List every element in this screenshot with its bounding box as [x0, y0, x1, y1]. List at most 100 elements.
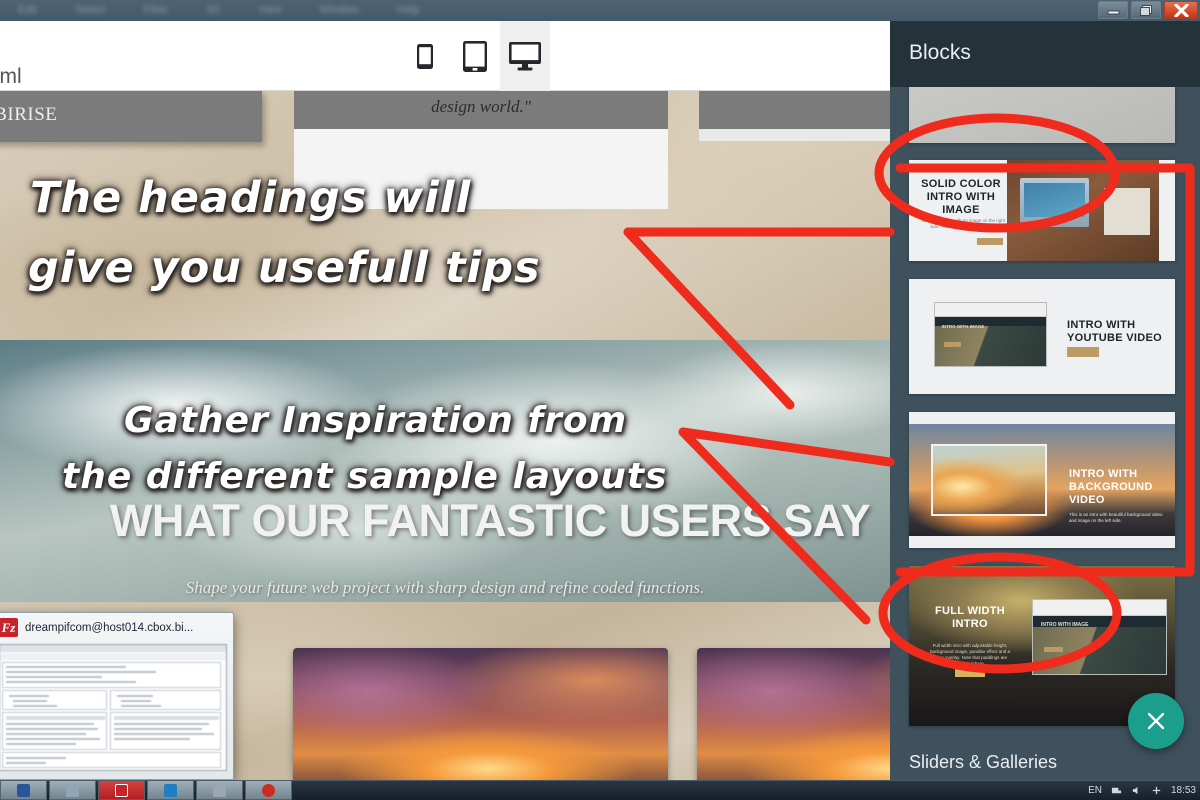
thumbnail-cta-button	[977, 238, 1003, 245]
inset-image	[931, 444, 1047, 516]
page-subheadline: Shape your future web project with sharp…	[185, 578, 705, 597]
thumbnail-hero-button	[943, 342, 961, 348]
menu-item-edit[interactable]: Edit	[18, 0, 37, 21]
preview-local-tree	[2, 690, 107, 710]
menu-item-select[interactable]: Select	[75, 0, 106, 21]
thumbnail-hero-label: INTRO WITH IMAGE	[941, 324, 985, 330]
block-partial-top[interactable]	[909, 87, 1175, 143]
blocks-list[interactable]: SOLID COLOR INTRO WITH IMAGE Solid color…	[890, 87, 1200, 791]
block-title: INTRO WITH YOUTUBE VIDEO	[1067, 319, 1162, 344]
laptop-graphic	[1019, 178, 1090, 227]
brand-logo: OBIRISE	[0, 104, 58, 125]
block-subtitle: Full width intro with adjustable height,…	[930, 643, 1010, 666]
taskbar-item-opera[interactable]	[245, 781, 292, 800]
quote-card[interactable]: design world."	[294, 91, 668, 129]
annotation-tip-2-line-1: Gather Inspiration from	[124, 400, 628, 441]
block-title: INTRO WITH BACKGROUND VIDEO	[1069, 468, 1153, 506]
preview-window-content	[0, 644, 227, 771]
volume-icon[interactable]	[1131, 785, 1142, 796]
block-subtitle: Solid color intro with an image on the r…	[921, 218, 1005, 229]
menu-item-window[interactable]: Window	[320, 0, 359, 21]
device-tablet-button[interactable]	[450, 21, 500, 91]
blocks-panel: Blocks SOLID COLOR INTRO WITH IMAGE Soli…	[890, 21, 1200, 791]
notepad-icon	[213, 783, 226, 797]
action-center-icon[interactable]	[1151, 785, 1162, 796]
block-title: FULL WIDTH INTRO	[934, 605, 1005, 630]
desktop-icon	[509, 42, 541, 71]
screen: Edit Select Filter 3D View Window Help m…	[0, 0, 1200, 800]
device-desktop-button[interactable]	[500, 21, 550, 91]
thumbnail-cta-button	[955, 669, 985, 677]
network-icon[interactable]	[1111, 785, 1122, 796]
menu-item-3d[interactable]: 3D	[206, 0, 220, 21]
minimize-button[interactable]	[1098, 1, 1128, 19]
close-panel-button[interactable]	[1128, 693, 1184, 749]
close-icon	[1147, 712, 1165, 730]
editor-icon	[164, 783, 177, 797]
block-intro-with-background-video[interactable]: INTRO WITH BACKGROUND VIDEO This is an i…	[909, 412, 1175, 548]
browser-hero: INTRO WITH IMAGE	[935, 324, 1046, 366]
taskbar-item-notepad[interactable]	[196, 781, 243, 800]
mobile-icon	[417, 43, 433, 69]
browser-bar	[935, 303, 1046, 317]
browser-mockup: INTRO WITH IMAGE	[1032, 599, 1167, 675]
restore-button[interactable]	[1131, 1, 1161, 19]
preview-log-pane	[2, 662, 221, 688]
close-icon	[1173, 3, 1189, 17]
blocks-panel-header: Blocks	[890, 21, 1200, 87]
close-button[interactable]	[1164, 1, 1198, 19]
restore-icon	[1140, 4, 1152, 16]
taskbar-item-word[interactable]	[0, 781, 47, 800]
browser-mockup: INTRO WITH IMAGE	[934, 302, 1047, 367]
device-preview-switcher	[400, 21, 550, 91]
taskbar-item-filezilla[interactable]	[98, 781, 145, 800]
word-icon	[17, 783, 30, 797]
block-thumbnail	[909, 87, 1175, 143]
block-title: SOLID COLOR INTRO WITH IMAGE	[921, 178, 1001, 216]
brand-card[interactable]: OBIRISE	[0, 91, 262, 142]
quote-card-right[interactable]	[699, 91, 890, 129]
window-controls	[1098, 1, 1198, 19]
block-thumbnail-image	[1007, 160, 1160, 261]
minimize-icon	[1107, 10, 1119, 14]
system-tray: EN 18:53	[1088, 780, 1196, 800]
annotation-tip-1-line-2: give you usefull tips	[28, 243, 541, 293]
windows-taskbar: EN 18:53	[0, 780, 1200, 800]
block-intro-with-youtube-video[interactable]: INTRO WITH IMAGE INTRO WITH YOUTUBE VIDE…	[909, 279, 1175, 394]
testimonial-card[interactable]	[697, 648, 890, 791]
menu-item-view[interactable]: View	[258, 0, 282, 21]
taskbar-item-explorer[interactable]	[49, 781, 96, 800]
tablet-icon	[463, 40, 487, 72]
preview-title: dreampifcom@host014.cbox.bi...	[25, 621, 194, 634]
device-mobile-button[interactable]	[400, 21, 450, 91]
blocks-section-title: Sliders & Galleries	[909, 752, 1058, 772]
block-thumbnail-image: INTRO WITH BACKGROUND VIDEO This is an i…	[909, 424, 1175, 536]
preview-queue	[2, 752, 221, 768]
preview-titlebar: Fz dreampifcom@host014.cbox.bi...	[0, 613, 233, 642]
taskbar-item-editor[interactable]	[147, 781, 194, 800]
editor-toolbar: html	[0, 21, 890, 91]
annotation-tip-2-line-2: the different sample layouts	[62, 456, 668, 497]
taskbar-clock[interactable]: 18:53	[1171, 785, 1196, 796]
page-headline: WHAT OUR FANTASTIC USERS SAY	[109, 495, 871, 546]
block-solid-color-intro-with-image[interactable]: SOLID COLOR INTRO WITH IMAGE Solid color…	[909, 160, 1175, 261]
application-menubar: Edit Select Filter 3D View Window Help	[0, 0, 1200, 21]
quote-card-right-footer	[699, 129, 890, 141]
browser-bar	[1033, 600, 1166, 617]
blocks-panel-title: Blocks	[909, 41, 971, 64]
preview-remote-files	[110, 712, 221, 750]
menubar-items[interactable]: Edit Select Filter 3D View Window Help	[0, 0, 1200, 21]
filezilla-icon	[115, 783, 128, 797]
language-indicator[interactable]: EN	[1088, 785, 1102, 796]
menu-item-help[interactable]: Help	[397, 0, 420, 21]
menu-item-filter[interactable]: Filter	[144, 0, 168, 21]
thumbnail-hero-label: INTRO WITH IMAGE	[1040, 622, 1089, 629]
testimonial-card[interactable]	[293, 648, 668, 791]
block-subtitle: This is an intro with beautiful backgrou…	[1069, 512, 1163, 523]
browser-hero: INTRO WITH IMAGE	[1033, 622, 1166, 674]
preview-remote-tree	[110, 690, 221, 710]
taskbar-thumbnail-preview[interactable]: Fz dreampifcom@host014.cbox.bi...	[0, 612, 234, 780]
quote-text: design world."	[431, 97, 531, 116]
filezilla-icon: Fz	[0, 618, 18, 637]
project-filename: html	[0, 65, 22, 88]
